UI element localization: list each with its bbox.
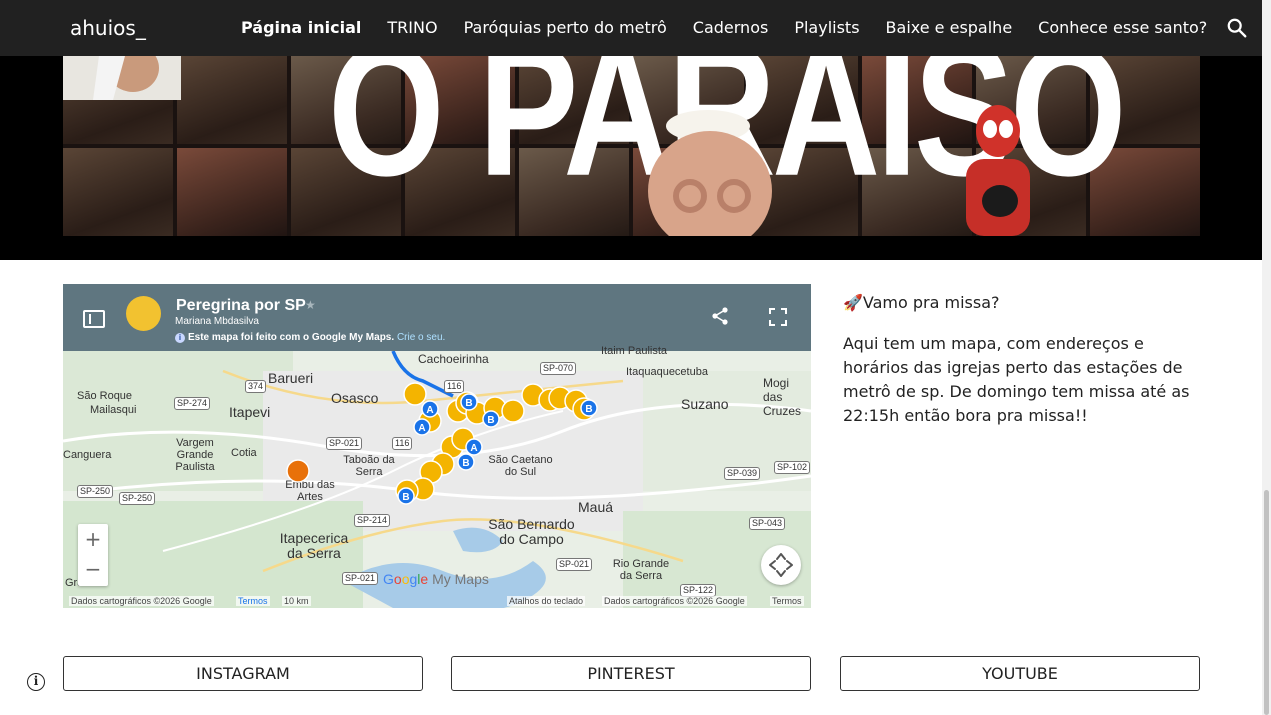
share-icon[interactable] <box>710 306 730 326</box>
svg-text:B: B <box>487 415 494 426</box>
mass-info-heading: 🚀Vamo pra missa? <box>843 293 1000 312</box>
map-zoom-control: + − <box>78 524 108 586</box>
move-icon <box>769 553 793 577</box>
nav-item-pagina-inicial[interactable]: Página inicial <box>241 18 361 40</box>
map-terms-link-left[interactable]: Termos <box>236 596 270 606</box>
top-navigation: ahuios_ Página inicial TRINO Paróquias p… <box>0 0 1262 56</box>
map-header: Peregrina por SP ★ Mariana Mbdasilva i Es… <box>63 284 811 351</box>
nav-item-baixe-e-espalhe[interactable]: Baixe e espalhe <box>886 18 1013 40</box>
mass-info-section: 🚀Vamo pra missa? Aqui tem um mapa, com e… <box>843 292 1201 428</box>
svg-text:A: A <box>418 423 425 434</box>
pinterest-button[interactable]: PINTEREST <box>451 656 811 691</box>
map-markers[interactable]: AAB BAB BB <box>63 351 811 608</box>
keyboard-shortcuts-link[interactable]: Atalhos do teclado <box>507 596 586 606</box>
map-title[interactable]: Peregrina por SP <box>176 297 306 315</box>
map-data-attribution-right: Dados cartográficos ©2026 Google <box>602 596 747 606</box>
page: ahuios_ Página inicial TRINO Paróquias p… <box>0 0 1271 715</box>
nav-menu: Página inicial TRINO Paróquias perto do … <box>241 18 1233 40</box>
nav-item-conhece-esse-santo[interactable]: Conhece esse santo? <box>1038 18 1207 40</box>
costume-kid-image <box>966 105 1030 236</box>
nun-figure-image <box>63 56 181 100</box>
map-note: i Este mapa foi feito com o Google My Map… <box>175 332 445 343</box>
fullscreen-icon[interactable] <box>768 307 788 327</box>
map-canvas[interactable]: Cachoeirinha Itaim Paulista Itaquaquecet… <box>63 345 811 608</box>
svg-text:B: B <box>585 404 592 415</box>
map-owner-avatar[interactable] <box>126 296 161 331</box>
nav-item-paroquias[interactable]: Paróquias perto do metrô <box>464 18 667 40</box>
svg-text:B: B <box>462 458 469 469</box>
map-scale: 10 km <box>282 596 311 606</box>
recenter-button[interactable] <box>761 545 801 585</box>
svg-text:B: B <box>465 398 472 409</box>
zoom-in-button[interactable]: + <box>78 524 108 554</box>
google-my-maps-logo: Google My Maps <box>383 571 489 587</box>
map-sidebar-toggle-icon[interactable] <box>83 310 105 328</box>
nav-item-cadernos[interactable]: Cadernos <box>693 18 769 40</box>
svg-text:A: A <box>470 443 477 454</box>
site-brand[interactable]: ahuios_ <box>70 16 146 40</box>
embedded-map[interactable]: Peregrina por SP ★ Mariana Mbdasilva i Es… <box>63 284 811 608</box>
scrollbar-thumb[interactable] <box>1264 490 1269 715</box>
youtube-button[interactable]: YOUTUBE <box>840 656 1200 691</box>
nav-item-playlists[interactable]: Playlists <box>794 18 859 40</box>
svg-text:B: B <box>402 492 409 503</box>
search-icon[interactable] <box>1226 17 1248 39</box>
info-icon[interactable]: i <box>27 673 45 691</box>
map-note-text: Este mapa foi feito com o Google My Maps… <box>188 332 395 343</box>
star-icon[interactable]: ★ <box>305 298 316 312</box>
zoom-out-button[interactable]: − <box>78 554 108 584</box>
page-scrollbar[interactable] <box>1262 0 1271 715</box>
info-icon: i <box>175 333 185 343</box>
svg-text:A: A <box>426 405 433 416</box>
hero-banner: O PARAÍSO <box>0 56 1262 260</box>
pope-figure-image <box>648 110 772 236</box>
create-map-link[interactable]: Crie o seu. <box>397 332 445 343</box>
map-author[interactable]: Mariana Mbdasilva <box>175 316 259 327</box>
instagram-button[interactable]: INSTAGRAM <box>63 656 423 691</box>
hero-image: O PARAÍSO <box>63 56 1200 236</box>
map-data-attribution-left: Dados cartográficos ©2026 Google <box>69 596 214 606</box>
mass-info-text: Aqui tem um mapa, com endereços e horári… <box>843 334 1190 425</box>
nav-item-trino[interactable]: TRINO <box>387 18 437 40</box>
map-footer: Dados cartográficos ©2026 Google Termos … <box>63 595 811 608</box>
map-terms-link-right[interactable]: Termos <box>770 596 804 606</box>
